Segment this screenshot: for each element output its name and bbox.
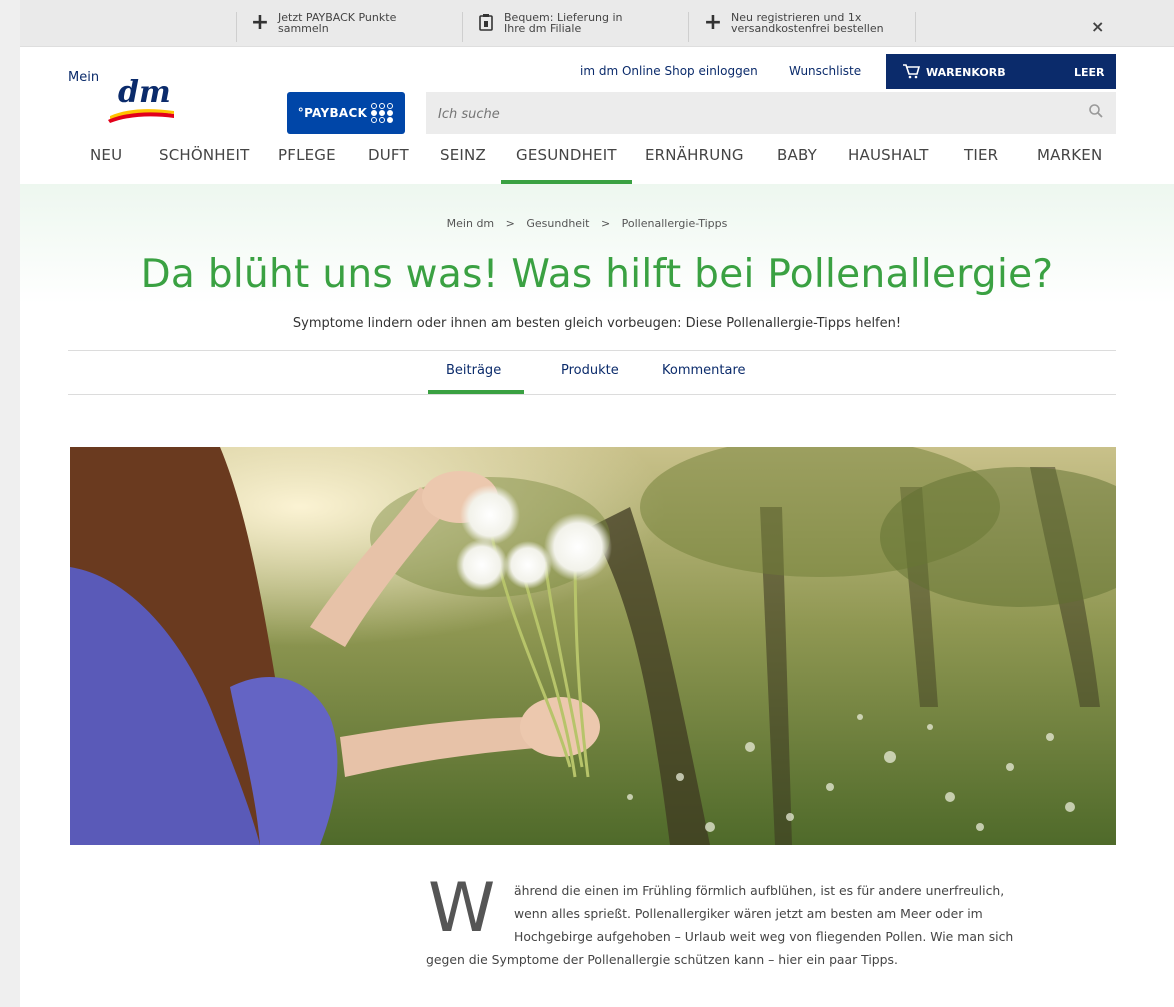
- cart-state: LEER: [1074, 66, 1105, 79]
- nav-item-haushalt[interactable]: HAUSHALT: [848, 146, 929, 164]
- promo-line2: sammeln: [278, 22, 329, 35]
- wishlist-link[interactable]: Wunschliste: [789, 64, 861, 78]
- nav-item-neu[interactable]: NEU: [90, 146, 122, 164]
- promo-divider: [688, 12, 689, 42]
- promo-line2: Ihre dm Filiale: [504, 22, 582, 35]
- article-line: ährend die einen im Frühling förmlich au…: [514, 883, 1005, 898]
- main-nav: NEU SCHÖNHEIT PFLEGE DUFT SEINZ GESUNDHE…: [20, 146, 1174, 184]
- cart-icon: [902, 63, 921, 83]
- logo-dm: dm: [118, 75, 171, 110]
- login-link[interactable]: im dm Online Shop einloggen: [580, 64, 758, 78]
- tab-divider: [68, 350, 1116, 351]
- nav-item-seinz[interactable]: SEINZ: [440, 146, 486, 164]
- article-intro: W ährend die einen im Frühling förmlich …: [426, 875, 1116, 971]
- cart-label: WARENKORB: [926, 66, 1006, 79]
- left-gutter: [0, 0, 20, 1007]
- promo-divider: [236, 12, 237, 42]
- package-icon: [476, 12, 496, 32]
- search-input[interactable]: [436, 102, 1040, 126]
- article-text: ährend die einen im Frühling förmlich au…: [426, 879, 1116, 971]
- breadcrumb-separator: >: [505, 217, 515, 230]
- nav-item-pflege[interactable]: PFLEGE: [278, 146, 336, 164]
- article-line: wenn alles sprießt. Pollenallergiker wär…: [514, 906, 983, 921]
- promo-line2: versandkostenfrei bestellen: [731, 22, 884, 35]
- breadcrumb-item: Pollenallergie-Tipps: [621, 217, 728, 230]
- breadcrumb-item[interactable]: Mein dm: [447, 217, 494, 230]
- search-icon[interactable]: [1088, 103, 1104, 123]
- promo-divider: [915, 12, 916, 42]
- nav-item-gesundheit[interactable]: GESUNDHEIT: [516, 146, 617, 164]
- promo-divider: [462, 12, 463, 42]
- promo-item-payback[interactable]: + Jetzt PAYBACK Punkte sammeln: [250, 9, 397, 42]
- plus-icon: +: [703, 9, 723, 35]
- page-title: Da blüht uns was! Was hilft bei Pollenal…: [140, 252, 1054, 297]
- nav-item-schoenheit[interactable]: SCHÖNHEIT: [159, 146, 249, 164]
- breadcrumb-separator: >: [600, 217, 611, 230]
- promo-item-delivery[interactable]: Bequem: Lieferung in Ihre dm Filiale: [476, 12, 623, 42]
- page: + Jetzt PAYBACK Punkte sammeln Bequem: L…: [0, 0, 1174, 1007]
- article-line: gegen die Symptome der Pollenallergie sc…: [426, 952, 898, 967]
- promo-item-register[interactable]: + Neu registrieren und 1x versandkostenf…: [703, 9, 884, 42]
- nav-item-marken[interactable]: MARKEN: [1037, 146, 1102, 164]
- logo-mein: Mein: [68, 70, 100, 85]
- nav-item-baby[interactable]: BABY: [777, 146, 817, 164]
- tab-beitraege[interactable]: Beiträge: [446, 363, 501, 378]
- breadcrumb-item[interactable]: Gesundheit: [526, 217, 589, 230]
- logo-swoosh-icon: [108, 109, 174, 123]
- cart-button[interactable]: WARENKORB LEER: [886, 54, 1116, 89]
- dm-logo[interactable]: Mein dm: [68, 70, 188, 130]
- article-dropcap: W: [428, 869, 496, 948]
- article-line: Hochgebirge aufgehoben – Urlaub weit weg…: [514, 929, 1014, 944]
- nav-item-ernaehrung[interactable]: ERNÄHRUNG: [645, 146, 744, 164]
- search-bar: [426, 92, 1116, 134]
- payback-logo[interactable]: °PAYBACK: [287, 92, 405, 134]
- tab-divider: [68, 394, 1116, 395]
- hero-image: [70, 447, 1116, 845]
- breadcrumb: Mein dm > Gesundheit > Pollenallergie-Ti…: [0, 217, 1174, 230]
- nav-active-indicator: [501, 180, 632, 184]
- close-icon[interactable]: ×: [1091, 17, 1104, 36]
- plus-icon: +: [250, 9, 270, 35]
- tab-kommentare[interactable]: Kommentare: [662, 363, 746, 378]
- nav-item-tier[interactable]: TIER: [964, 146, 998, 164]
- dandelion-photo: [70, 447, 1116, 845]
- nav-item-duft[interactable]: DUFT: [368, 146, 409, 164]
- tab-produkte[interactable]: Produkte: [561, 363, 619, 378]
- payback-dots-icon: [371, 103, 394, 123]
- page-subtitle: Symptome lindern oder ihnen am besten gl…: [292, 316, 902, 331]
- payback-label: °PAYBACK: [297, 106, 368, 120]
